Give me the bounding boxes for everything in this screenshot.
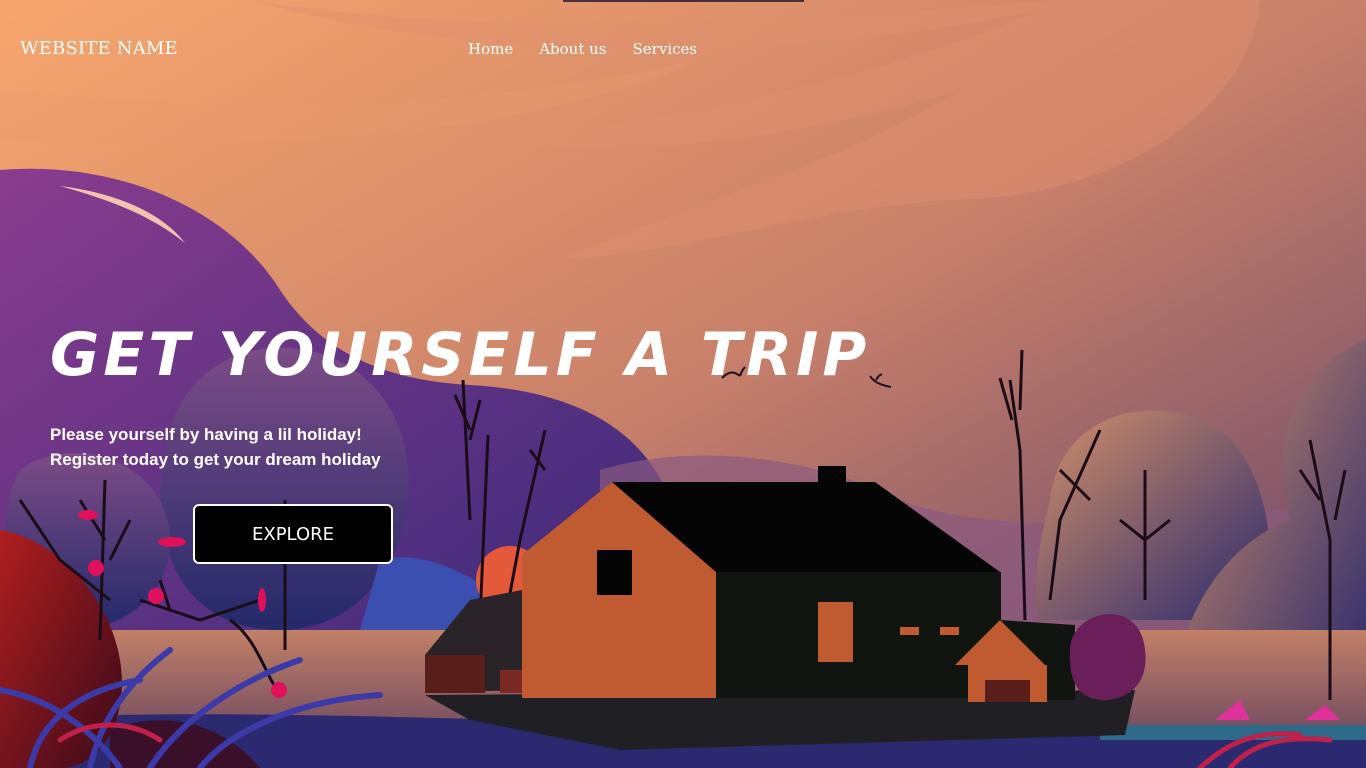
site-header: WEBSITE NAME Home About us Services bbox=[0, 0, 1366, 100]
nav-about-us[interactable]: About us bbox=[539, 40, 606, 58]
main-nav: Home About us Services bbox=[468, 40, 697, 58]
nav-home[interactable]: Home bbox=[468, 40, 513, 58]
hero-description: Please yourself by having a lil holiday!… bbox=[50, 422, 381, 472]
site-brand[interactable]: WEBSITE NAME bbox=[20, 38, 178, 59]
hero-line-2: Register today to get your dream holiday bbox=[50, 450, 381, 469]
explore-button[interactable]: EXPLORE bbox=[193, 504, 393, 564]
nav-services[interactable]: Services bbox=[633, 40, 698, 58]
hero-title: GET YOURSELF A TRIP bbox=[50, 320, 871, 390]
hero-line-1: Please yourself by having a lil holiday! bbox=[50, 425, 362, 444]
